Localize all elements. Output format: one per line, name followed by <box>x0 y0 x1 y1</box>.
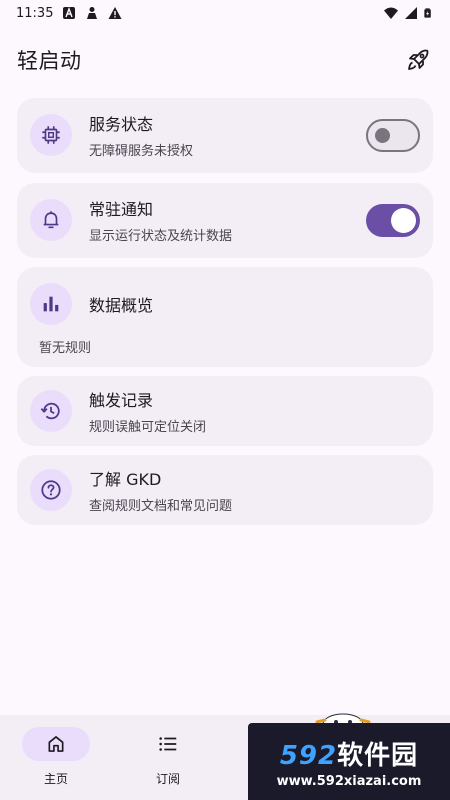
persistent-notification-card[interactable]: 常驻通知 显示运行状态及统计数据 <box>17 183 433 258</box>
person-icon <box>87 7 98 19</box>
home-icon <box>48 736 64 752</box>
watermark-logo: 592软件园 www.592xiazai.com <box>248 723 450 800</box>
trigger-history-card[interactable]: 触发记录 规则误触可定位关闭 <box>17 376 433 446</box>
page-title: 轻启动 <box>17 49 82 73</box>
history-icon <box>40 402 60 420</box>
switch-knob <box>375 127 390 143</box>
bar-chart-icon <box>43 296 59 312</box>
nav-label-home: 主页 <box>43 772 68 786</box>
a-badge-icon <box>63 7 76 19</box>
status-bar: 11:35 <box>0 0 450 26</box>
quick-launch-button[interactable] <box>402 44 434 76</box>
service-status-card[interactable]: 服务状态 无障碍服务未授权 <box>17 98 433 173</box>
warning-icon <box>108 7 122 19</box>
persistent-notification-subtitle: 显示运行状态及统计数据 <box>89 229 233 244</box>
watermark-url: www.592xiazai.com <box>276 773 422 789</box>
list-icon <box>159 737 177 751</box>
battery-icon <box>424 8 431 18</box>
trigger-history-subtitle: 规则误触可定位关闭 <box>89 420 207 435</box>
bell-icon <box>43 211 59 229</box>
about-gkd-title: 了解 GKD <box>89 470 162 489</box>
nav-label-subscriptions: 订阅 <box>155 772 180 786</box>
help-icon <box>41 480 61 500</box>
data-overview-card[interactable]: 数据概览 暂无规则 <box>17 267 433 367</box>
data-overview-title: 数据概览 <box>89 296 154 315</box>
rocket-icon <box>408 49 429 70</box>
nav-item-home[interactable]: 主页 <box>0 715 112 800</box>
empty-rules-text: 暂无规则 <box>39 341 92 356</box>
persistent-notification-switch[interactable] <box>366 203 420 237</box>
status-time: 11:35 <box>16 5 54 21</box>
signal-icon <box>405 7 417 19</box>
wifi-icon <box>384 7 398 19</box>
trigger-history-title: 触发记录 <box>89 391 154 410</box>
chip-icon <box>42 126 60 144</box>
service-status-title: 服务状态 <box>89 115 154 134</box>
service-status-subtitle: 无障碍服务未授权 <box>89 144 194 159</box>
nav-item-subscriptions[interactable]: 订阅 <box>112 715 224 800</box>
watermark-number: 592 <box>279 740 338 771</box>
about-gkd-card[interactable]: 了解 GKD 查阅规则文档和常见问题 <box>17 455 433 525</box>
top-app-bar: 轻启动 <box>0 38 450 82</box>
service-status-switch[interactable] <box>366 118 420 152</box>
persistent-notification-title: 常驻通知 <box>89 200 154 219</box>
watermark-brand: 软件园 <box>337 740 419 771</box>
switch-knob <box>391 207 416 233</box>
about-gkd-subtitle: 查阅规则文档和常见问题 <box>89 499 233 514</box>
